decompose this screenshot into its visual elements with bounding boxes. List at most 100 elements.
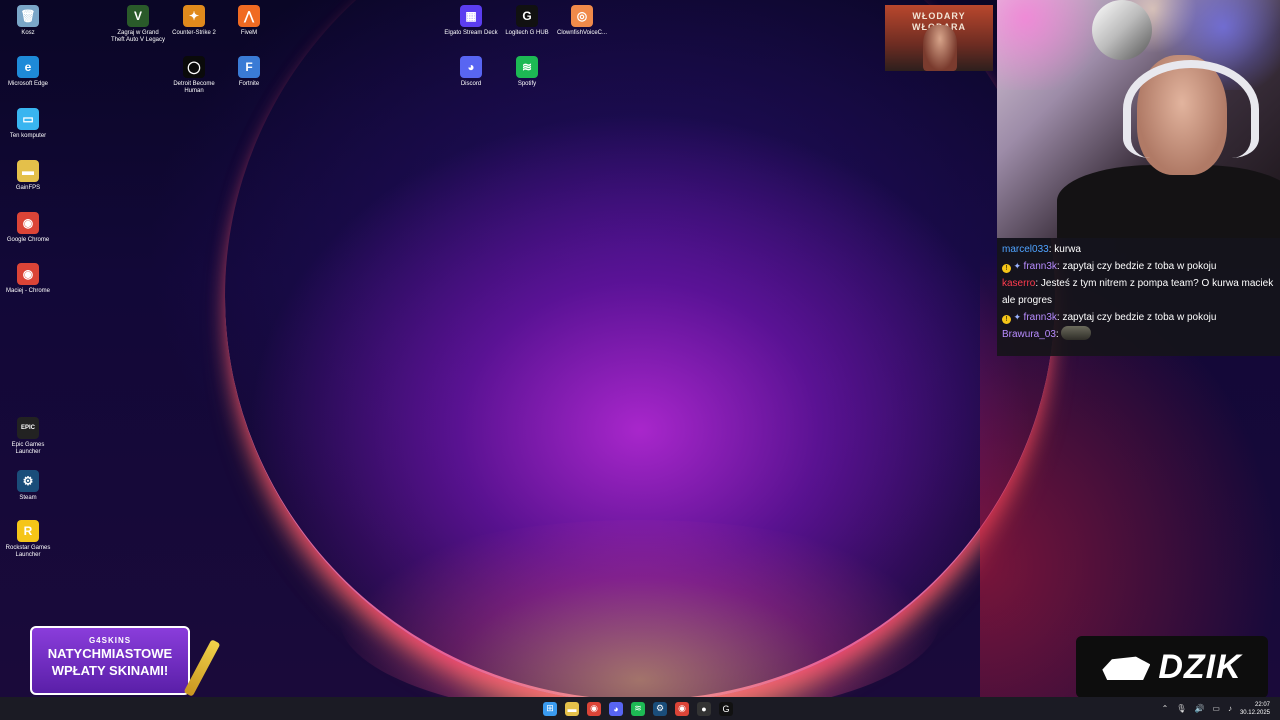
epic-games-icon: EPIC	[17, 417, 39, 439]
logitech-icon: G	[516, 5, 538, 27]
recycle-bin-icon: 🗑	[17, 5, 39, 27]
computer-icon: ▭	[17, 108, 39, 130]
g4skins-ad-banner: G4SKINS NATYCHMIASTOWE WPŁATY SKINAMI!	[30, 626, 221, 697]
desktop-icon-chrome[interactable]: ◉ Google Chrome	[0, 212, 56, 244]
desktop-icon-label: GainFPS	[15, 185, 41, 191]
discord-icon[interactable]: ◕	[609, 701, 623, 716]
desktop-icon-cs2[interactable]: ✦ Counter-Strike 2	[166, 5, 222, 37]
chrome-icon: ◉	[17, 212, 39, 234]
desktop-icon-label: Google Chrome	[6, 237, 50, 243]
desktop-icon-label: ClownfishVoiceC...	[556, 30, 608, 36]
stream-deck-icon: ▦	[460, 5, 482, 27]
steam-icon[interactable]: ⚙	[653, 701, 667, 716]
clock-time: 22:07	[1254, 701, 1270, 708]
chrome-profile-icon[interactable]: ◉	[675, 701, 689, 716]
chat-username: frann3k	[1023, 312, 1057, 323]
banner-brand: G4SKINS	[88, 636, 132, 645]
vip-badge-icon: ✦	[1011, 312, 1024, 322]
desktop-icon-label: FiveM	[240, 30, 258, 36]
desktop-icon-epic-games[interactable]: EPIC Epic Games Launcher	[0, 417, 56, 456]
desktop-icon-label: Detroit Become Human	[173, 81, 215, 94]
logitech-icon[interactable]: G	[719, 701, 733, 716]
system-tray: ⌃ 🎙 🔊 ▭ ♪ 22:07 30.12.2025	[1162, 697, 1270, 720]
desktop-icon-discord[interactable]: ◕ Discord	[443, 56, 499, 88]
stream-sponsor-overlay: WŁODARY WŁODARA	[885, 5, 993, 71]
chevron-up-icon[interactable]: ⌃	[1162, 704, 1169, 713]
taskbar: ⊞ ▬ ◉ ◕ ≋ ⚙ ◉ ● G ⌃ 🎙 🔊 ▭ ♪ 22:07 30.12.2025	[0, 697, 1280, 720]
chat-username: Brawura_03	[1002, 329, 1056, 340]
desktop-icon-label: Steam	[19, 495, 37, 501]
subscriber-badge-icon: !	[1002, 264, 1011, 273]
desktop-icon-folder[interactable]: ▬ GainFPS	[0, 160, 56, 192]
chat-username: kaserro	[1002, 278, 1036, 289]
speaker-icon[interactable]: ♪	[1228, 704, 1232, 713]
spotify-icon[interactable]: ≋	[631, 701, 645, 716]
desktop-icon-stream-deck[interactable]: ▦ Elgato Stream Deck	[443, 5, 499, 37]
desktop-icon-label: Microsoft Edge	[7, 81, 49, 87]
desktop-icon-label: Discord	[460, 81, 482, 87]
desktop-icon-edge[interactable]: e Microsoft Edge	[0, 56, 56, 88]
chat-emote-icon	[1061, 326, 1092, 340]
desktop-icon-recycle-bin[interactable]: 🗑 Kosz	[0, 5, 56, 37]
steam-icon: ⚙	[17, 470, 39, 492]
fivem-icon: ⋀	[238, 5, 260, 27]
desktop-icon-chrome-profile[interactable]: ◉ Maciej - Chrome	[0, 263, 56, 295]
cs2-icon: ✦	[183, 5, 205, 27]
gta-icon: V	[127, 5, 149, 27]
sponsor-line-1: WŁODARY	[912, 11, 966, 21]
stream-side-panel: marcel033: kurwa! ✦ frann3k: zapytaj czy…	[997, 0, 1280, 356]
chat-message: kaserro: Jesteś z tym nitrem z pompa tea…	[1002, 275, 1275, 309]
microphone-icon[interactable]: 🎙	[1176, 704, 1186, 713]
folder-icon: ▬	[17, 160, 39, 182]
chrome-profile-icon: ◉	[17, 263, 39, 285]
desktop-icon-fortnite[interactable]: F Fortnite	[221, 56, 277, 88]
subscriber-badge-icon: !	[1002, 315, 1011, 324]
webcam-headset	[1123, 60, 1259, 158]
sponsor-portrait-image	[923, 25, 957, 71]
chat-message: Brawura_03:	[1002, 326, 1275, 343]
clock[interactable]: 22:07 30.12.2025	[1240, 701, 1270, 717]
chat-text: : zapytaj czy bedzie z toba w pokoju	[1056, 312, 1217, 323]
desktop-icon-label: Ten komputer	[9, 133, 47, 139]
desktop-icon-label: Spotify	[517, 81, 537, 87]
detroit-icon: ◯	[183, 56, 205, 78]
chrome-icon[interactable]: ◉	[587, 701, 601, 716]
chat-message: ! ✦ frann3k: zapytaj czy bedzie z toba w…	[1002, 309, 1275, 326]
network-icon[interactable]: ▭	[1212, 704, 1220, 713]
file-explorer-icon[interactable]: ▬	[565, 701, 579, 716]
stream-chat: marcel033: kurwa! ✦ frann3k: zapytaj czy…	[997, 238, 1280, 356]
chat-text: : Jesteś z tym nitrem z pompa team? O ku…	[1002, 278, 1274, 306]
desktop-icon-label: Kosz	[21, 30, 35, 36]
boar-icon	[1102, 656, 1151, 680]
edge-icon: e	[17, 56, 39, 78]
desktop-icon-label: Logitech G HUB	[505, 30, 549, 36]
fortnite-icon: F	[238, 56, 260, 78]
chat-message: ! ✦ frann3k: zapytaj czy bedzie z toba w…	[1002, 258, 1275, 275]
chat-username: marcel033	[1002, 244, 1049, 255]
volume-icon[interactable]: 🔊	[1194, 704, 1204, 713]
rockstar-icon: R	[17, 520, 39, 542]
desktop-icon-spotify[interactable]: ≋ Spotify	[499, 56, 555, 88]
chat-text: : kurwa	[1048, 244, 1081, 255]
spotify-icon: ≋	[516, 56, 538, 78]
webcam-wall-decor	[1092, 0, 1152, 60]
desktop-icon-clownfish[interactable]: ◎ ClownfishVoiceC...	[554, 5, 610, 37]
desktop-icon-gta[interactable]: V Zagraj w Grand Theft Auto V Legacy	[110, 5, 166, 44]
desktop-icon-label: Fortnite	[238, 81, 260, 87]
obs-icon[interactable]: ●	[697, 701, 711, 716]
vip-badge-icon: ✦	[1011, 261, 1024, 271]
clock-date: 30.12.2025	[1239, 709, 1270, 716]
desktop-icon-detroit[interactable]: ◯ Detroit Become Human	[166, 56, 222, 95]
windows-start-icon[interactable]: ⊞	[543, 701, 557, 716]
clownfish-icon: ◎	[571, 5, 593, 27]
desktop-icon-logitech[interactable]: G Logitech G HUB	[499, 5, 555, 37]
desktop-icon-steam[interactable]: ⚙ Steam	[0, 470, 56, 502]
desktop-icon-fivem[interactable]: ⋀ FiveM	[221, 5, 277, 37]
banner-line-1: NATYCHMIASTOWE	[47, 646, 173, 661]
desktop-icon-label: Counter-Strike 2	[172, 30, 216, 36]
desktop-icon-rockstar[interactable]: R Rockstar Games Launcher	[0, 520, 56, 559]
desktop-icon-computer[interactable]: ▭ Ten komputer	[0, 108, 56, 140]
dzik-logo: DZIK	[1076, 636, 1268, 698]
chat-text: : zapytaj czy bedzie z toba w pokoju	[1056, 261, 1217, 272]
discord-icon: ◕	[460, 56, 482, 78]
